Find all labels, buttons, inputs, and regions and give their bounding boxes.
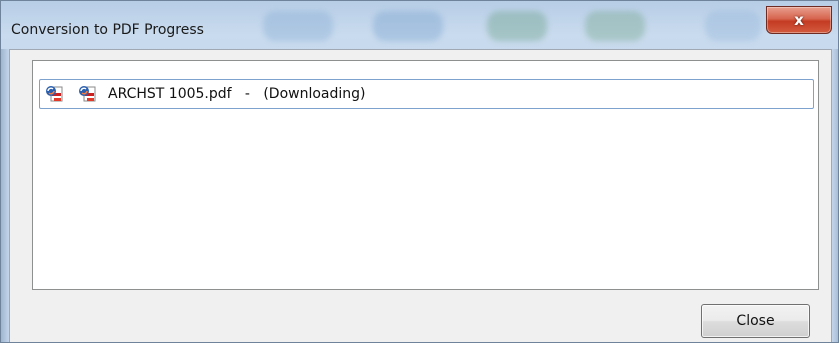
window-title: Conversion to PDF Progress <box>11 22 204 38</box>
list-item-status: ARCHST 1005.pdf - (Downloading) <box>108 86 366 102</box>
titlebar-glass-blur <box>373 11 443 41</box>
window-close-button[interactable]: x <box>766 6 832 34</box>
pdf-file-icon <box>78 84 98 104</box>
close-button[interactable]: Close <box>701 304 810 338</box>
pdf-convert-icon <box>45 84 65 104</box>
list-item[interactable]: ARCHST 1005.pdf - (Downloading) <box>39 79 814 109</box>
dialog-window: Conversion to PDF Progress x ARCHST 1005… <box>0 0 839 343</box>
titlebar-glass-blur <box>705 11 761 41</box>
titlebar-glass-blur <box>263 11 333 41</box>
window-left-border <box>1 49 9 342</box>
close-icon: x <box>794 11 804 29</box>
titlebar-glass-blur <box>487 11 547 41</box>
dialog-client-area: ARCHST 1005.pdf - (Downloading) Close <box>9 49 832 342</box>
progress-list: ARCHST 1005.pdf - (Downloading) <box>32 60 819 290</box>
titlebar-glass-blur <box>585 11 645 41</box>
window-right-border <box>832 49 838 342</box>
